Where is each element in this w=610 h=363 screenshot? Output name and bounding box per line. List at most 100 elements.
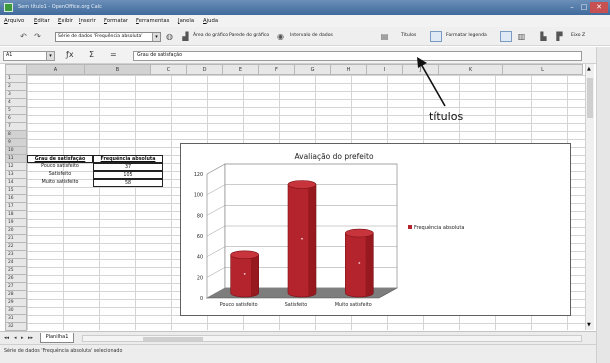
menu-view[interactable]: Exibir (58, 18, 73, 24)
row-header-6[interactable]: 6 (5, 115, 27, 123)
equals-icon[interactable]: = (110, 50, 117, 59)
row-header-4[interactable]: 4 (5, 99, 27, 107)
column-header-l[interactable]: L (503, 64, 583, 75)
column-header-d[interactable]: D (187, 64, 223, 75)
embedded-chart[interactable]: Avaliação do prefeito 0 20 40 60 80 100 120 Po… (180, 143, 571, 316)
table-cell[interactable]: Muito satisfeito (27, 179, 93, 187)
data-range-button[interactable]: Intervalo de dados (290, 33, 333, 38)
close-button[interactable]: ✕ (590, 2, 608, 13)
row-header-3[interactable]: 3 (5, 91, 27, 99)
scroll-up-icon[interactable]: ▲ (587, 66, 591, 72)
table-cell[interactable]: Pouco satisfeito (27, 163, 93, 171)
row-header-17[interactable]: 17 (5, 203, 27, 211)
redo-icon[interactable]: ↷ (32, 31, 43, 42)
menu-format[interactable]: Formatar (104, 18, 128, 24)
row-header-18[interactable]: 18 (5, 211, 27, 219)
horizontal-grid-icon[interactable] (500, 31, 512, 42)
table-cell[interactable]: 37 (93, 163, 163, 171)
row-header-14[interactable]: 14 (5, 179, 27, 187)
next-sheet-icon[interactable]: ▸ (21, 335, 24, 341)
chart-legend[interactable]: Frequência absoluta (408, 224, 464, 231)
row-header-11[interactable]: 11 (5, 155, 27, 163)
scroll-thumb[interactable] (587, 78, 593, 118)
row-header-12[interactable]: 12 (5, 163, 27, 171)
column-header-j[interactable]: J (403, 64, 439, 75)
chart-wall-button[interactable]: Parede do gráfico (229, 33, 269, 38)
row-header-28[interactable]: 28 (5, 291, 27, 299)
row-header-20[interactable]: 20 (5, 227, 27, 235)
row-header-9[interactable]: 9 (5, 139, 27, 147)
menu-edit[interactable]: Editar (34, 18, 50, 24)
minimize-button[interactable]: – (566, 2, 578, 13)
chart-type-icon[interactable]: ▟ (180, 31, 191, 42)
column-header-a[interactable]: A (27, 64, 85, 75)
row-header-23[interactable]: 23 (5, 251, 27, 259)
row-header-26[interactable]: 26 (5, 275, 27, 283)
scroll-thumb[interactable] (143, 337, 203, 341)
bar-chart[interactable]: Avaliação do prefeito 0 20 40 60 80 100 120 Po… (181, 144, 572, 317)
row-header-29[interactable]: 29 (5, 299, 27, 307)
menu-help[interactable]: Ajuda (203, 18, 218, 24)
row-header-32[interactable]: 32 (5, 323, 27, 331)
bar-3[interactable] (345, 228, 374, 298)
row-header-19[interactable]: 19 (5, 219, 27, 227)
row-header-30[interactable]: 30 (5, 307, 27, 315)
menu-window[interactable]: Janela (178, 18, 194, 24)
data-table-icon[interactable]: ◉ (275, 31, 286, 42)
table-header-a[interactable]: Grau de satisfação (27, 155, 93, 163)
row-header-25[interactable]: 25 (5, 267, 27, 275)
vertical-grid-icon[interactable]: ▥ (516, 31, 527, 42)
menu-insert[interactable]: Inserir (79, 18, 96, 24)
formula-input[interactable]: Grau de satisfação (133, 51, 582, 61)
table-cell[interactable]: 58 (93, 179, 163, 187)
bar-2[interactable] (287, 180, 317, 298)
select-all-corner[interactable] (5, 64, 27, 75)
table-cell[interactable]: 105 (93, 171, 163, 179)
prev-sheet-icon[interactable]: ◂ (14, 335, 17, 341)
row-header-24[interactable]: 24 (5, 259, 27, 267)
name-box[interactable]: A1 ▾ (3, 51, 55, 61)
format-legend-button[interactable]: Formatar legenda (446, 33, 487, 38)
titles-button[interactable]: Títulos (401, 33, 416, 38)
row-header-5[interactable]: 5 (5, 107, 27, 115)
scroll-down-icon[interactable]: ▼ (587, 322, 591, 328)
x-axis-icon[interactable]: ▙ (538, 31, 549, 42)
row-header-10[interactable]: 10 (5, 147, 27, 155)
bar-1[interactable] (230, 250, 259, 298)
menu-file[interactable]: Arquivo (4, 18, 24, 24)
y-axis-icon[interactable]: ▛ (554, 31, 565, 42)
table-cell[interactable]: Satisfeito (27, 171, 93, 179)
column-header-k[interactable]: K (439, 64, 503, 75)
last-sheet-icon[interactable]: ▸▸ (28, 335, 33, 341)
legend-on-off-icon[interactable] (430, 31, 442, 42)
sheet-tab-planilha1[interactable]: Planilha1 (40, 333, 74, 343)
insert-titles-icon[interactable]: ▤ (379, 31, 390, 42)
chart-area-button[interactable]: Área do gráfico (193, 33, 228, 38)
maximize-button[interactable]: □ (578, 2, 590, 13)
row-header-15[interactable]: 15 (5, 187, 27, 195)
row-header-2[interactable]: 2 (5, 83, 27, 91)
horizontal-scrollbar[interactable] (82, 335, 582, 342)
first-sheet-icon[interactable]: ◂◂ (4, 335, 9, 341)
column-header-h[interactable]: H (331, 64, 367, 75)
chart-title[interactable]: Avaliação do prefeito (294, 152, 373, 161)
row-header-1[interactable]: 1 (5, 75, 27, 83)
format-selection-icon[interactable]: ◍ (164, 31, 175, 42)
table-header-b[interactable]: Frequência absoluta (93, 155, 163, 163)
column-header-c[interactable]: C (151, 64, 187, 75)
menu-tools[interactable]: Ferramentas (136, 18, 169, 24)
column-header-g[interactable]: G (295, 64, 331, 75)
row-header-8[interactable]: 8 (5, 131, 27, 139)
column-header-e[interactable]: E (223, 64, 259, 75)
column-header-b[interactable]: B (85, 64, 151, 75)
row-header-7[interactable]: 7 (5, 123, 27, 131)
row-header-31[interactable]: 31 (5, 315, 27, 323)
sum-icon[interactable]: Σ (89, 50, 94, 59)
z-axis-button[interactable]: Eixo Z (571, 33, 585, 38)
vertical-scrollbar[interactable]: ▲ ▼ (585, 64, 594, 330)
function-wizard-icon[interactable]: ƒx (66, 50, 74, 59)
column-header-i[interactable]: I (367, 64, 403, 75)
row-header-16[interactable]: 16 (5, 195, 27, 203)
chart-element-select[interactable]: Série de dados 'Frequência absoluta' ▾ (55, 32, 161, 42)
row-header-21[interactable]: 21 (5, 235, 27, 243)
